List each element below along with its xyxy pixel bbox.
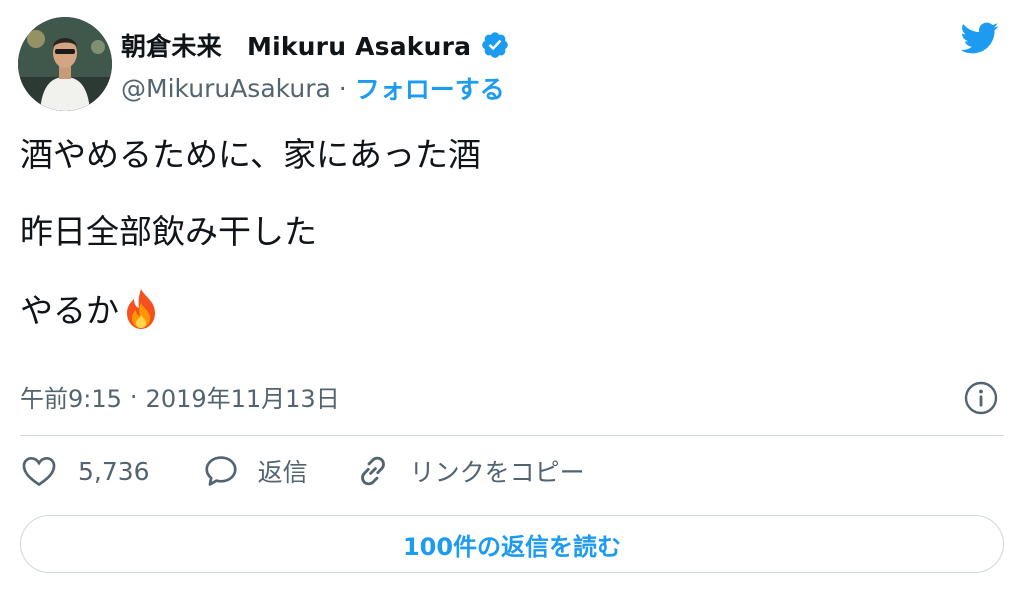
speech-bubble-icon: [204, 456, 237, 486]
tweet-line-text: やるか: [20, 291, 119, 330]
link-icon: [360, 456, 385, 486]
tweet-time: 午前9:15: [20, 385, 122, 413]
twitter-bird-icon[interactable]: [956, 18, 1002, 58]
read-replies-button[interactable]: 100件の返信を読む: [20, 515, 1004, 573]
info-icon[interactable]: [962, 379, 1000, 417]
tweet-line: 昨日全部飲み干した: [20, 212, 317, 251]
avatar[interactable]: [18, 17, 112, 111]
tweet-line-last: やるか: [20, 287, 1000, 333]
separator-dot: ·: [129, 382, 138, 411]
tweet-date: 2019年11月13日: [145, 385, 340, 413]
tweet-embed-card: 朝倉未来 Mikuru Asakura @MikuruAsakura · フォロ…: [0, 0, 1024, 593]
heart-icon: [22, 456, 56, 487]
verified-badge-icon: [480, 30, 510, 60]
handle-row: @MikuruAsakura · フォローする: [121, 70, 510, 106]
handle[interactable]: @MikuruAsakura: [121, 74, 331, 103]
name-row: 朝倉未来 Mikuru Asakura: [121, 22, 510, 68]
tweet-line: 酒やめるために、家にあった酒: [20, 135, 482, 174]
like-count: 5,736: [78, 456, 150, 486]
author-block: 朝倉未来 Mikuru Asakura @MikuruAsakura · フォロ…: [121, 22, 510, 106]
tweet-text: 酒やめるために、家にあった酒 昨日全部飲み干した やるか: [20, 133, 1000, 333]
reply-button[interactable]: 返信: [202, 452, 308, 490]
action-bar: 5,736 返信 リンクをコピー: [20, 452, 585, 490]
tweet-timestamp[interactable]: 午前9:15 · 2019年11月13日: [20, 379, 340, 414]
follow-link[interactable]: フォローする: [355, 70, 505, 106]
avatar-photo: [18, 17, 112, 111]
copy-link-button[interactable]: リンクをコピー: [354, 452, 585, 490]
display-name[interactable]: 朝倉未来 Mikuru Asakura: [121, 27, 471, 63]
reply-label: 返信: [257, 458, 308, 487]
read-replies-label: 100件の返信を読む: [402, 532, 622, 561]
fire-emoji-icon: [119, 287, 163, 331]
like-button[interactable]: 5,736: [20, 452, 150, 490]
separator-dot: ·: [338, 73, 347, 103]
copy-link-label: リンクをコピー: [409, 458, 585, 487]
divider: [20, 435, 1004, 436]
